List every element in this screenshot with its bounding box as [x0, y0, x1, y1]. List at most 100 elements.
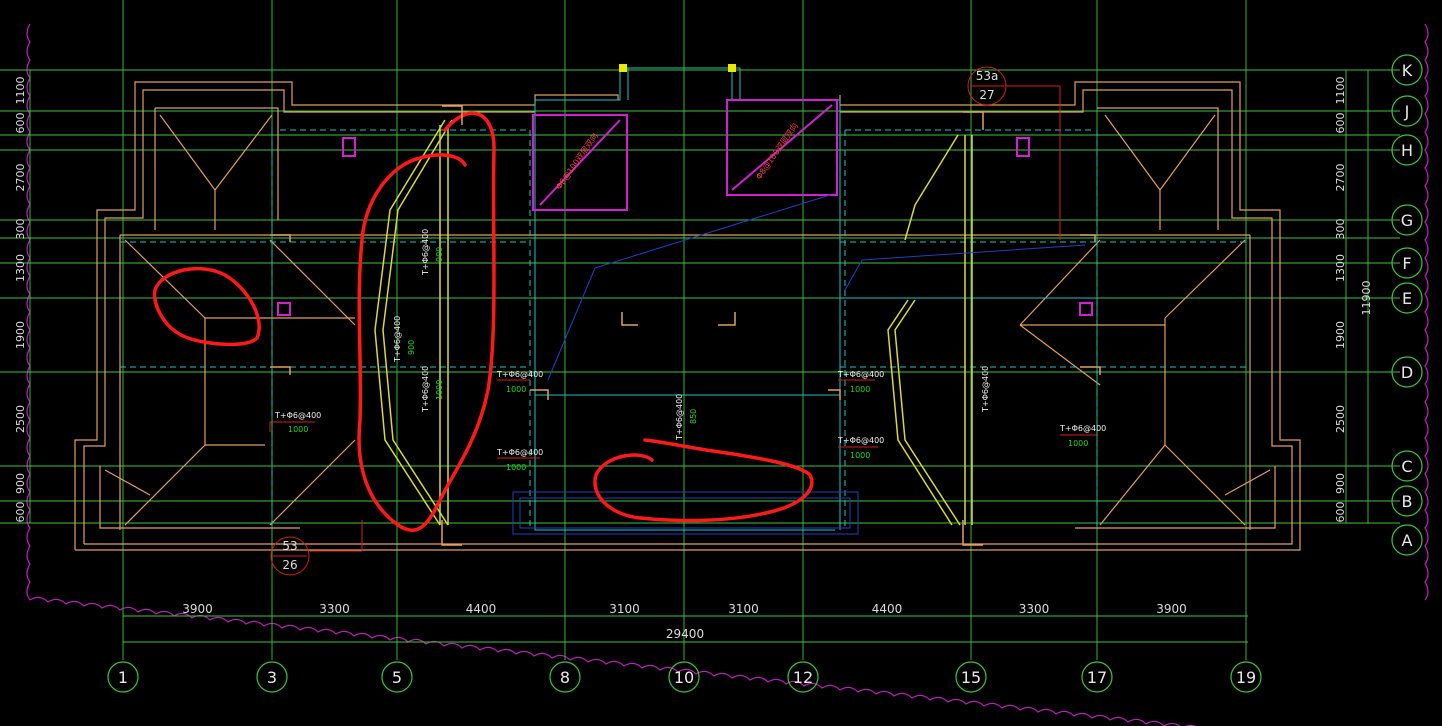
- svg-text:17: 17: [1087, 668, 1107, 687]
- column-axis-19: 19: [1230, 661, 1262, 693]
- svg-text:T+Φ6@400: T+Φ6@400: [274, 411, 321, 420]
- dimension-text: 1100: [14, 77, 27, 105]
- column-axis-12: 12: [787, 661, 819, 693]
- dimension-text: 600: [1334, 113, 1347, 134]
- left-dimensions: 1100 600 2700 300 1300 1900 2500 900 600: [14, 77, 27, 523]
- svg-text:15: 15: [961, 668, 981, 687]
- svg-text:850: 850: [689, 409, 698, 424]
- svg-text:53: 53: [282, 539, 297, 553]
- column-axis-10: 10: [668, 661, 700, 693]
- dimension-text: 3900: [1156, 602, 1187, 616]
- dimension-text: 4400: [872, 602, 903, 616]
- svg-text:1000: 1000: [850, 451, 870, 460]
- svg-text:1000: 1000: [435, 380, 444, 400]
- dimension-text: 3100: [609, 602, 640, 616]
- svg-text:T+Φ6@400: T+Φ6@400: [837, 436, 884, 445]
- dimension-text: 1300: [14, 254, 27, 282]
- svg-text:C: C: [1401, 457, 1412, 476]
- svg-text:Φ8@100双层双向: Φ8@100双层双向: [753, 121, 799, 181]
- svg-text:T+Φ6@400: T+Φ6@400: [496, 448, 543, 457]
- column-axis-8: 8: [549, 661, 581, 693]
- svg-text:1000: 1000: [506, 385, 526, 394]
- column-axis-15: 15: [955, 661, 987, 693]
- column-axis-bubbles: 1 3 5 8 10 12 15 17 19: [107, 661, 1262, 693]
- dimension-text: 600: [1334, 502, 1347, 523]
- svg-text:Φ8@100双层双向: Φ8@100双层双向: [553, 131, 599, 191]
- svg-text:B: B: [1402, 492, 1413, 511]
- dimension-text: 3300: [1019, 602, 1050, 616]
- row-axis-A: A: [1391, 524, 1423, 556]
- svg-text:T+Φ6@400: T+Φ6@400: [421, 366, 430, 413]
- svg-text:5: 5: [392, 668, 402, 687]
- rebar-note-vertical: T+Φ6@400: [981, 366, 990, 413]
- red-markup: [152, 111, 814, 532]
- rebar-note: T+Φ6@400 1000: [837, 370, 884, 394]
- dimension-text: 2700: [1334, 164, 1347, 192]
- svg-text:27: 27: [979, 88, 994, 102]
- slab-note: Φ8@100双层双向: [753, 121, 799, 181]
- dimension-text: 2500: [14, 405, 27, 433]
- svg-text:E: E: [1402, 289, 1412, 308]
- dimension-lines: [0, 0, 1400, 660]
- dimension-text: 2700: [14, 164, 27, 192]
- rail-lines: [374, 119, 973, 526]
- svg-text:900: 900: [407, 340, 416, 355]
- right-total-dimension: 11900: [1360, 281, 1373, 316]
- cad-drawing-canvas[interactable]: 3900 3300 4400 3100 3100 4400 3300 3900 29400 1…: [0, 0, 1442, 726]
- svg-text:1000: 1000: [1068, 439, 1088, 448]
- svg-text:D: D: [1401, 363, 1413, 382]
- total-dimension: 29400: [666, 627, 704, 641]
- svg-text:3: 3: [267, 668, 277, 687]
- svg-text:12: 12: [793, 668, 813, 687]
- svg-text:1000: 1000: [288, 425, 308, 434]
- dimension-text: 1900: [14, 321, 27, 349]
- svg-text:T+Φ6@400: T+Φ6@400: [1059, 424, 1106, 433]
- dimension-text: 4400: [466, 602, 497, 616]
- rebar-note: T+Φ6@400 1000: [837, 436, 884, 460]
- svg-text:T+Φ6@400: T+Φ6@400: [421, 229, 430, 276]
- dimension-text: 3100: [728, 602, 759, 616]
- section-mark-top: 53a 27: [967, 66, 1007, 106]
- svg-text:T+Φ6@400: T+Φ6@400: [837, 370, 884, 379]
- slab-note: Φ8@100双层双向: [553, 131, 599, 191]
- rebar-note-vertical: T+Φ6@400 900: [393, 316, 416, 363]
- svg-text:G: G: [1401, 211, 1413, 230]
- column-axis-5: 5: [381, 661, 413, 693]
- dimension-text: 300: [14, 219, 27, 240]
- column-block: [728, 64, 736, 72]
- dimension-text: 2500: [1334, 405, 1347, 433]
- dimension-text: 300: [1334, 219, 1347, 240]
- dimension-text: 1300: [1334, 254, 1347, 282]
- column-axis-3: 3: [256, 661, 288, 693]
- column-axis-1: 1: [107, 661, 139, 693]
- dimension-text: 3300: [319, 602, 350, 616]
- dimension-text: 600: [14, 113, 27, 134]
- svg-text:10: 10: [674, 668, 694, 687]
- rebar-note: T+Φ6@400 1000: [1059, 424, 1106, 448]
- column-axis-17: 17: [1081, 661, 1113, 693]
- svg-text:1: 1: [118, 668, 128, 687]
- beam-lines: [534, 67, 1097, 531]
- svg-text:F: F: [1402, 254, 1411, 273]
- svg-text:53a: 53a: [976, 69, 999, 83]
- svg-text:K: K: [1402, 61, 1413, 80]
- dimension-text: 1900: [1334, 321, 1347, 349]
- blue-lines: [512, 194, 1086, 535]
- svg-text:900: 900: [435, 247, 444, 262]
- svg-text:H: H: [1401, 141, 1413, 160]
- right-dimensions: 1100 600 2700 300 1300 1900 2500 900 600: [1334, 77, 1347, 523]
- section-mark-bottom: 53 26: [270, 536, 310, 576]
- svg-text:J: J: [1404, 102, 1410, 121]
- dimension-text: 600: [14, 502, 27, 523]
- svg-text:T+Φ6@400: T+Φ6@400: [496, 370, 543, 379]
- svg-text:1000: 1000: [850, 385, 870, 394]
- svg-text:T+Φ6@400: T+Φ6@400: [393, 316, 402, 363]
- svg-text:1000: 1000: [506, 463, 526, 472]
- svg-text:A: A: [1402, 531, 1413, 550]
- svg-text:T+Φ6@400: T+Φ6@400: [675, 394, 684, 441]
- beam-dashed: [120, 129, 1250, 530]
- svg-text:T+Φ6@400: T+Φ6@400: [981, 366, 990, 413]
- dimension-text: 3900: [182, 602, 213, 616]
- rebar-note-vertical: T+Φ6@400 850: [675, 394, 698, 441]
- dimension-text: 900: [14, 473, 27, 494]
